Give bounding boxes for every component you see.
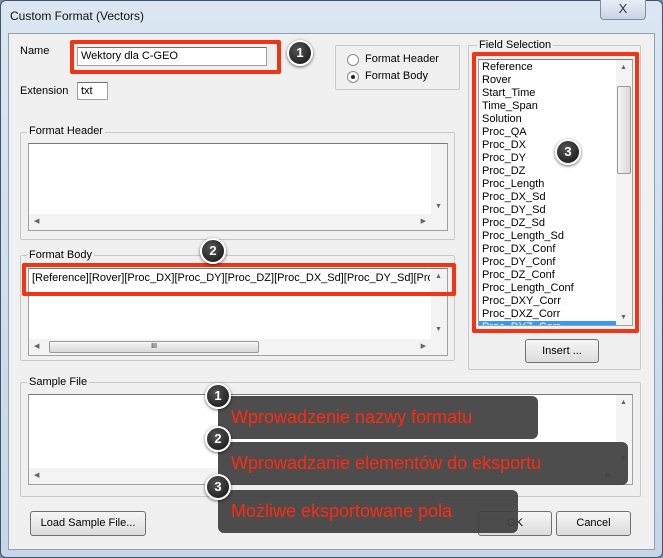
cancel-button[interactable]: Cancel [556, 511, 631, 536]
horizontal-scrollbar[interactable]: ◀▶ [29, 214, 431, 230]
insert-button[interactable]: Insert ... [525, 339, 599, 363]
format-radio-group [335, 45, 460, 90]
radio-format-header[interactable] [347, 54, 359, 66]
format-body-label: Format Body [27, 249, 94, 261]
name-input[interactable]: Wektory dla C-GEO [77, 47, 267, 66]
extension-label: Extension [20, 85, 69, 97]
name-label: Name [20, 45, 50, 57]
format-header-label: Format Header [27, 125, 105, 137]
format-body-highlight [22, 263, 456, 296]
radio-format-body-label: Format Body [365, 70, 428, 82]
radio-format-header-label: Format Header [365, 53, 439, 65]
close-icon: X [618, 1, 628, 16]
badge-3: 3 [555, 139, 581, 165]
annotation-tip-1: Wprowadzenie nazwy formatu [218, 396, 538, 439]
scrollbar-thumb[interactable]: III [49, 341, 259, 353]
close-button[interactable]: X [600, 0, 646, 20]
field-selection-label: Field Selection [477, 39, 554, 51]
field-list-highlight [472, 52, 639, 333]
radio-format-body[interactable] [347, 71, 359, 83]
tip-badge-3: 3 [205, 474, 231, 500]
tip-badge-2: 2 [205, 426, 231, 452]
vertical-scrollbar[interactable]: ▼ [431, 144, 447, 230]
extension-input[interactable]: txt [77, 82, 108, 100]
annotation-tip-3: Możliwe eksportowane pola [218, 490, 518, 533]
sample-file-label: Sample File [27, 376, 90, 388]
window-title: Custom Format (Vectors) [10, 9, 145, 23]
load-sample-file-button[interactable]: Load Sample File... [30, 511, 146, 536]
horizontal-scrollbar[interactable]: ◀ III ▶ [29, 339, 431, 355]
badge-2: 2 [200, 238, 226, 264]
badge-1: 1 [287, 40, 313, 66]
annotation-tip-2: Wprowadzanie elementów do eksportu [218, 442, 628, 485]
tip-badge-1: 1 [205, 383, 231, 409]
format-header-textarea[interactable]: ▼ ◀ ▶ [28, 143, 448, 231]
